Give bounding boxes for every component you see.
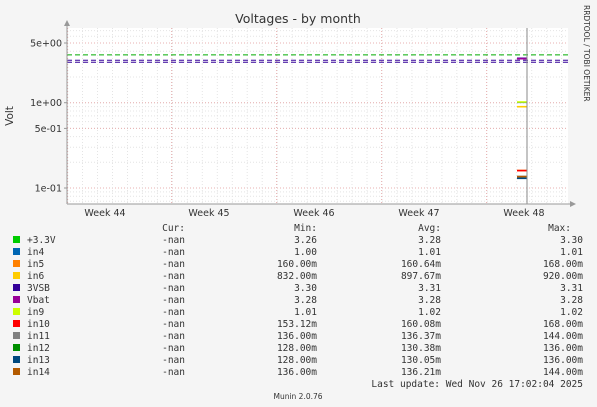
legend-header-min: Min: [294, 223, 317, 234]
legend-min: 128.00m [277, 343, 317, 354]
legend-max: 168.00m [543, 319, 583, 330]
x-tick-label: Week 48 [503, 208, 544, 219]
legend-name: in14 [27, 367, 50, 378]
legend-avg: 130.05m [401, 355, 441, 366]
legend-max: 3.28 [560, 295, 583, 306]
legend-name: Vbat [27, 295, 50, 306]
legend-avg: 136.37m [401, 331, 441, 342]
legend-swatch [13, 356, 20, 363]
legend-cur: -nan [162, 295, 185, 306]
legend-min: 3.30 [294, 283, 317, 294]
y-axis-label: Volt [4, 106, 16, 126]
legend-name: 3VSB [27, 283, 50, 294]
legend-avg: 3.28 [418, 235, 441, 246]
legend-min: 160.00m [277, 259, 317, 270]
legend-cur: -nan [162, 367, 185, 378]
legend-cur: -nan [162, 259, 185, 270]
x-tick-label: Week 44 [84, 208, 125, 219]
legend-max: 920.00m [543, 271, 583, 282]
legend-cur: -nan [162, 247, 185, 258]
legend-header-cur: Cur: [162, 223, 185, 234]
legend-cur: -nan [162, 319, 185, 330]
legend-cur: -nan [162, 271, 185, 282]
legend-swatch [13, 272, 20, 279]
legend-swatch [13, 248, 20, 255]
legend-swatch [13, 320, 20, 327]
legend-min: 1.01 [294, 307, 317, 318]
legend-cur: -nan [162, 307, 185, 318]
legend-name: in11 [27, 331, 50, 342]
legend-max: 3.30 [560, 235, 583, 246]
legend-max: 136.00m [543, 343, 583, 354]
y-tick-label: 1e+00 [30, 98, 62, 109]
legend-cur: -nan [162, 235, 185, 246]
y-tick-label: 1e-01 [35, 184, 62, 195]
y-tick-label: 5e+00 [30, 39, 62, 50]
legend-max: 144.00m [543, 367, 583, 378]
legend-swatch [13, 308, 20, 315]
legend-name: in12 [27, 343, 50, 354]
y-axis-arrow [64, 20, 70, 26]
chart-title: Voltages - by month [235, 11, 361, 26]
legend-avg: 3.31 [418, 283, 441, 294]
legend-name: in9 [27, 307, 44, 318]
last-update: Last update: Wed Nov 26 17:02:04 2025 [371, 379, 583, 390]
legend-max: 144.00m [543, 331, 583, 342]
legend-min: 153.12m [277, 319, 317, 330]
legend-min: 832.00m [277, 271, 317, 282]
chart: Voltages - by month Volt RRDTOOL / TOBI … [4, 5, 591, 401]
legend-avg: 1.02 [418, 307, 441, 318]
legend-cur: -nan [162, 355, 185, 366]
legend-swatch [13, 332, 20, 339]
legend-header-max: Max: [548, 223, 571, 234]
legend-swatch [13, 368, 20, 375]
legend-min: 3.26 [294, 235, 317, 246]
legend-cur: -nan [162, 343, 185, 354]
legend-swatch [13, 344, 20, 351]
legend-swatch [13, 296, 20, 303]
legend-name: in5 [27, 259, 44, 270]
legend-cur: -nan [162, 331, 185, 342]
legend-name: +3.3V [27, 235, 56, 246]
legend-name: in10 [27, 319, 50, 330]
legend-min: 136.00m [277, 331, 317, 342]
legend-max: 168.00m [543, 259, 583, 270]
munin-version: Munin 2.0.76 [273, 392, 322, 401]
legend-max: 1.02 [560, 307, 583, 318]
x-tick-label: Week 47 [398, 208, 439, 219]
legend-name: in6 [27, 271, 44, 282]
legend-max: 1.01 [560, 247, 583, 258]
legend-avg: 160.08m [401, 319, 441, 330]
legend-max: 136.00m [543, 355, 583, 366]
legend-avg: 1.01 [418, 247, 441, 258]
x-tick-label: Week 45 [188, 208, 229, 219]
legend-min: 136.00m [277, 367, 317, 378]
legend-swatch [13, 236, 20, 243]
rrdtool-credit: RRDTOOL / TOBI OETIKER [582, 5, 591, 102]
legend-min: 128.00m [277, 355, 317, 366]
legend-name: in13 [27, 355, 50, 366]
legend-avg: 160.64m [401, 259, 441, 270]
x-axis-arrow [570, 201, 576, 207]
legend-avg: 3.28 [418, 295, 441, 306]
legend-min: 1.00 [294, 247, 317, 258]
y-tick-label: 5e-01 [35, 124, 62, 135]
legend-avg: 897.67m [401, 271, 441, 282]
legend-avg: 130.38m [401, 343, 441, 354]
legend-cur: -nan [162, 283, 185, 294]
legend-name: in4 [27, 247, 44, 258]
legend-avg: 136.21m [401, 367, 441, 378]
legend-swatch [13, 260, 20, 267]
legend-max: 3.31 [560, 283, 583, 294]
legend-min: 3.28 [294, 295, 317, 306]
legend-header-avg: Avg: [418, 223, 441, 234]
legend-swatch [13, 284, 20, 291]
x-tick-label: Week 46 [293, 208, 334, 219]
